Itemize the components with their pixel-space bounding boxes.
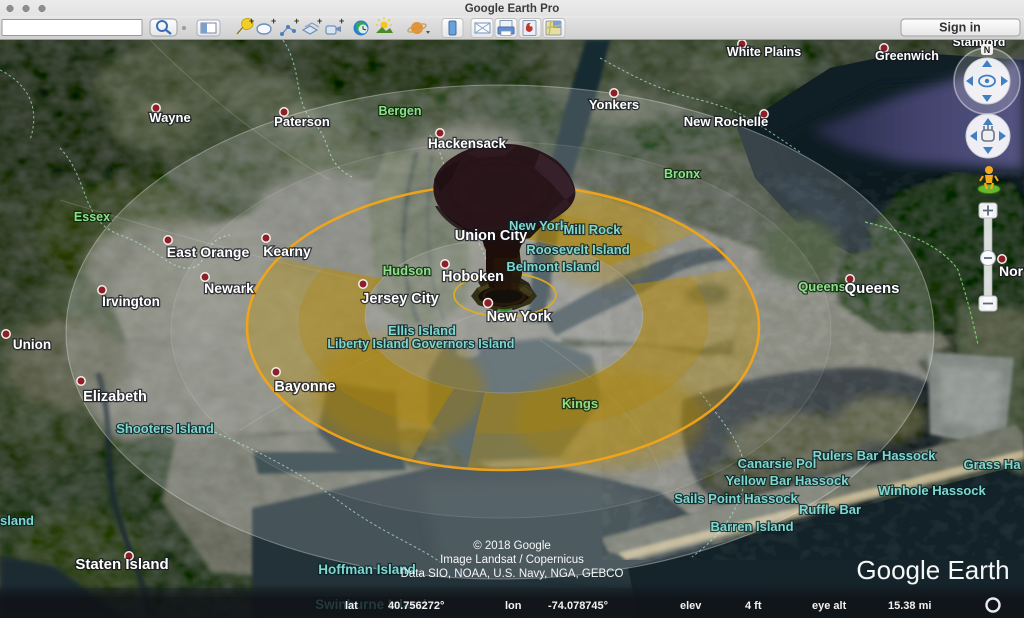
svg-text:Irvington: Irvington	[102, 294, 160, 309]
svg-text:East Orange: East Orange	[167, 244, 250, 260]
svg-text:15.38 mi: 15.38 mi	[888, 600, 931, 612]
svg-text:Newark: Newark	[204, 280, 254, 296]
svg-text:Data SIO, NOAA, U.S. Navy, NGA: Data SIO, NOAA, U.S. Navy, NGA, GEBCO	[401, 568, 624, 580]
svg-text:Yonkers: Yonkers	[589, 97, 639, 112]
svg-text:Ellis Island: Ellis Island	[388, 323, 456, 338]
svg-text:Kearny: Kearny	[263, 243, 311, 259]
svg-text:Belmont Island: Belmont Island	[506, 259, 599, 274]
svg-text:New York: New York	[509, 218, 568, 233]
svg-text:Greenwich: Greenwich	[875, 49, 939, 63]
svg-text:Grass Ha: Grass Ha	[963, 457, 1021, 472]
svg-text:Nor: Nor	[999, 263, 1024, 279]
svg-text:Image Landsat / Copernicus: Image Landsat / Copernicus	[440, 554, 584, 566]
svg-text:Hackensack: Hackensack	[428, 136, 507, 151]
svg-text:lon: lon	[505, 600, 522, 612]
svg-text:New Rochelle: New Rochelle	[684, 114, 769, 129]
svg-text:-74.078745°: -74.078745°	[548, 600, 608, 612]
svg-text:Hudson: Hudson	[383, 263, 431, 278]
svg-text:Elizabeth: Elizabeth	[83, 389, 147, 405]
svg-text:Queens: Queens	[798, 279, 846, 294]
svg-text:Queens: Queens	[844, 280, 899, 297]
svg-text:Bergen: Bergen	[378, 104, 421, 118]
svg-text:eye alt: eye alt	[812, 600, 847, 612]
svg-text:40.756272°: 40.756272°	[388, 600, 444, 612]
svg-text:Sign in: Sign in	[939, 21, 981, 35]
svg-text:N: N	[984, 45, 991, 55]
svg-text:Ruffle Bar: Ruffle Bar	[799, 502, 861, 517]
svg-text:New York: New York	[487, 309, 553, 325]
svg-text:+: +	[249, 16, 254, 26]
svg-text:Canarsie Pol: Canarsie Pol	[738, 456, 817, 471]
svg-text:Essex: Essex	[74, 210, 110, 224]
svg-text:+: +	[317, 16, 322, 26]
svg-text:sland: sland	[0, 513, 34, 528]
svg-text:Governors Island: Governors Island	[412, 337, 515, 351]
svg-text:lat: lat	[345, 600, 358, 612]
svg-text:Jersey City: Jersey City	[361, 291, 438, 307]
svg-text:Mill Rock: Mill Rock	[563, 222, 621, 237]
svg-text:+: +	[294, 16, 299, 26]
svg-text:Barren Island: Barren Island	[710, 519, 793, 534]
svg-text:Shooters Island: Shooters Island	[116, 421, 214, 436]
svg-text:Rulers Bar Hassock: Rulers Bar Hassock	[813, 448, 937, 463]
svg-text:Bayonne: Bayonne	[274, 379, 335, 395]
svg-text:Liberty Island: Liberty Island	[327, 337, 408, 351]
svg-text:Union: Union	[13, 337, 51, 352]
svg-text:Hoboken: Hoboken	[442, 269, 504, 285]
svg-text:+: +	[271, 16, 276, 26]
svg-text:Kings: Kings	[562, 396, 598, 411]
svg-text:elev: elev	[680, 600, 702, 612]
svg-text:White Plains: White Plains	[727, 45, 801, 59]
svg-text:Bronx: Bronx	[664, 167, 700, 181]
svg-text:Yellow Bar Hassock: Yellow Bar Hassock	[726, 473, 850, 488]
svg-text:4 ft: 4 ft	[745, 600, 762, 612]
svg-text:Winhole Hassock: Winhole Hassock	[878, 483, 986, 498]
svg-text:© 2018 Google: © 2018 Google	[473, 540, 551, 552]
svg-text:Roosevelt Island: Roosevelt Island	[526, 242, 629, 257]
svg-text:Google Earth Pro: Google Earth Pro	[465, 3, 560, 15]
svg-text:Paterson: Paterson	[274, 114, 330, 129]
svg-text:Wayne: Wayne	[149, 110, 190, 125]
svg-text:Staten Island: Staten Island	[75, 556, 168, 573]
svg-text:Google Earth: Google Earth	[856, 555, 1009, 585]
svg-text:Sails Point Hassock: Sails Point Hassock	[674, 491, 798, 506]
svg-text:+: +	[339, 16, 344, 26]
